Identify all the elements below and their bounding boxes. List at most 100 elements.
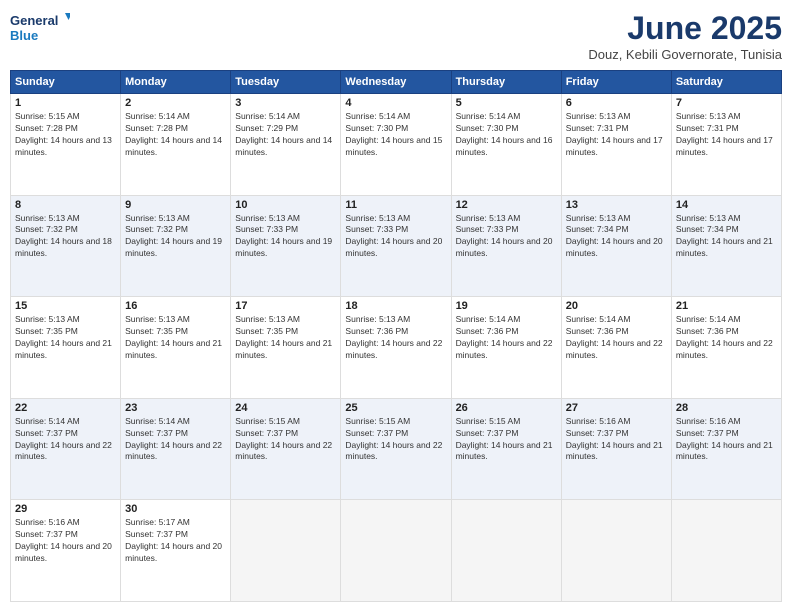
- day-number: 9: [125, 199, 226, 211]
- sunset-label: Sunset: 7:32 PM: [125, 224, 188, 234]
- sunset-label: Sunset: 7:37 PM: [125, 529, 188, 539]
- calendar-cell: 18 Sunrise: 5:13 AM Sunset: 7:36 PM Dayl…: [341, 297, 451, 399]
- day-info: Sunrise: 5:13 AM Sunset: 7:32 PM Dayligh…: [125, 213, 226, 261]
- calendar-cell: 15 Sunrise: 5:13 AM Sunset: 7:35 PM Dayl…: [11, 297, 121, 399]
- calendar-cell: [561, 500, 671, 602]
- calendar-cell: 6 Sunrise: 5:13 AM Sunset: 7:31 PM Dayli…: [561, 94, 671, 196]
- sunset-label: Sunset: 7:34 PM: [676, 224, 739, 234]
- day-number: 16: [125, 300, 226, 312]
- daylight-label: Daylight: 14 hours and 15 minutes.: [345, 135, 442, 157]
- calendar-cell: 14 Sunrise: 5:13 AM Sunset: 7:34 PM Dayl…: [671, 195, 781, 297]
- sunrise-label: Sunrise: 5:15 AM: [456, 416, 521, 426]
- day-number: 5: [456, 97, 557, 109]
- calendar-cell: 20 Sunrise: 5:14 AM Sunset: 7:36 PM Dayl…: [561, 297, 671, 399]
- day-info: Sunrise: 5:14 AM Sunset: 7:36 PM Dayligh…: [566, 314, 667, 362]
- month-title: June 2025: [588, 10, 782, 47]
- title-block: June 2025 Douz, Kebili Governorate, Tuni…: [588, 10, 782, 62]
- daylight-label: Daylight: 14 hours and 19 minutes.: [235, 236, 332, 258]
- sunrise-label: Sunrise: 5:13 AM: [15, 213, 80, 223]
- sunrise-label: Sunrise: 5:14 AM: [456, 111, 521, 121]
- sunset-label: Sunset: 7:37 PM: [235, 428, 298, 438]
- calendar-cell: 5 Sunrise: 5:14 AM Sunset: 7:30 PM Dayli…: [451, 94, 561, 196]
- day-number: 18: [345, 300, 446, 312]
- sunrise-label: Sunrise: 5:14 AM: [235, 111, 300, 121]
- sunset-label: Sunset: 7:37 PM: [15, 529, 78, 539]
- day-info: Sunrise: 5:13 AM Sunset: 7:35 PM Dayligh…: [15, 314, 116, 362]
- svg-text:General: General: [10, 13, 58, 28]
- sunrise-label: Sunrise: 5:13 AM: [15, 314, 80, 324]
- day-info: Sunrise: 5:15 AM Sunset: 7:37 PM Dayligh…: [235, 416, 336, 464]
- day-info: Sunrise: 5:15 AM Sunset: 7:37 PM Dayligh…: [456, 416, 557, 464]
- location: Douz, Kebili Governorate, Tunisia: [588, 47, 782, 62]
- sunrise-label: Sunrise: 5:15 AM: [15, 111, 80, 121]
- daylight-label: Daylight: 14 hours and 21 minutes.: [676, 236, 773, 258]
- day-number: 30: [125, 503, 226, 515]
- daylight-label: Daylight: 14 hours and 20 minutes.: [345, 236, 442, 258]
- calendar-cell: 19 Sunrise: 5:14 AM Sunset: 7:36 PM Dayl…: [451, 297, 561, 399]
- daylight-label: Daylight: 14 hours and 22 minutes.: [345, 338, 442, 360]
- day-info: Sunrise: 5:13 AM Sunset: 7:35 PM Dayligh…: [125, 314, 226, 362]
- day-number: 1: [15, 97, 116, 109]
- calendar-cell: 10 Sunrise: 5:13 AM Sunset: 7:33 PM Dayl…: [231, 195, 341, 297]
- daylight-label: Daylight: 14 hours and 22 minutes.: [456, 338, 553, 360]
- sunrise-label: Sunrise: 5:14 AM: [345, 111, 410, 121]
- logo-svg: General Blue: [10, 10, 70, 46]
- day-info: Sunrise: 5:14 AM Sunset: 7:37 PM Dayligh…: [15, 416, 116, 464]
- day-info: Sunrise: 5:13 AM Sunset: 7:32 PM Dayligh…: [15, 213, 116, 261]
- col-tuesday: Tuesday: [231, 71, 341, 94]
- sunset-label: Sunset: 7:37 PM: [15, 428, 78, 438]
- calendar-cell: 13 Sunrise: 5:13 AM Sunset: 7:34 PM Dayl…: [561, 195, 671, 297]
- calendar-cell: 29 Sunrise: 5:16 AM Sunset: 7:37 PM Dayl…: [11, 500, 121, 602]
- calendar-cell: 4 Sunrise: 5:14 AM Sunset: 7:30 PM Dayli…: [341, 94, 451, 196]
- sunset-label: Sunset: 7:36 PM: [456, 326, 519, 336]
- sunset-label: Sunset: 7:35 PM: [15, 326, 78, 336]
- day-number: 28: [676, 402, 777, 414]
- calendar-cell: 26 Sunrise: 5:15 AM Sunset: 7:37 PM Dayl…: [451, 398, 561, 500]
- sunrise-label: Sunrise: 5:14 AM: [125, 111, 190, 121]
- daylight-label: Daylight: 14 hours and 18 minutes.: [15, 236, 112, 258]
- day-info: Sunrise: 5:13 AM Sunset: 7:33 PM Dayligh…: [345, 213, 446, 261]
- sunset-label: Sunset: 7:30 PM: [456, 123, 519, 133]
- sunset-label: Sunset: 7:31 PM: [676, 123, 739, 133]
- calendar-cell: 22 Sunrise: 5:14 AM Sunset: 7:37 PM Dayl…: [11, 398, 121, 500]
- daylight-label: Daylight: 14 hours and 22 minutes.: [15, 440, 112, 462]
- calendar-week-row: 8 Sunrise: 5:13 AM Sunset: 7:32 PM Dayli…: [11, 195, 782, 297]
- day-info: Sunrise: 5:15 AM Sunset: 7:37 PM Dayligh…: [345, 416, 446, 464]
- day-number: 21: [676, 300, 777, 312]
- day-info: Sunrise: 5:13 AM Sunset: 7:33 PM Dayligh…: [235, 213, 336, 261]
- day-info: Sunrise: 5:17 AM Sunset: 7:37 PM Dayligh…: [125, 517, 226, 565]
- calendar-cell: 16 Sunrise: 5:13 AM Sunset: 7:35 PM Dayl…: [121, 297, 231, 399]
- sunset-label: Sunset: 7:35 PM: [125, 326, 188, 336]
- calendar-cell: 11 Sunrise: 5:13 AM Sunset: 7:33 PM Dayl…: [341, 195, 451, 297]
- day-info: Sunrise: 5:16 AM Sunset: 7:37 PM Dayligh…: [566, 416, 667, 464]
- day-number: 17: [235, 300, 336, 312]
- calendar-cell: 9 Sunrise: 5:13 AM Sunset: 7:32 PM Dayli…: [121, 195, 231, 297]
- day-number: 2: [125, 97, 226, 109]
- day-info: Sunrise: 5:13 AM Sunset: 7:33 PM Dayligh…: [456, 213, 557, 261]
- calendar-cell: [231, 500, 341, 602]
- day-info: Sunrise: 5:13 AM Sunset: 7:34 PM Dayligh…: [676, 213, 777, 261]
- sunrise-label: Sunrise: 5:13 AM: [456, 213, 521, 223]
- day-info: Sunrise: 5:13 AM Sunset: 7:34 PM Dayligh…: [566, 213, 667, 261]
- daylight-label: Daylight: 14 hours and 13 minutes.: [15, 135, 112, 157]
- col-monday: Monday: [121, 71, 231, 94]
- daylight-label: Daylight: 14 hours and 21 minutes.: [566, 440, 663, 462]
- day-number: 19: [456, 300, 557, 312]
- sunrise-label: Sunrise: 5:13 AM: [345, 314, 410, 324]
- daylight-label: Daylight: 14 hours and 20 minutes.: [456, 236, 553, 258]
- day-number: 23: [125, 402, 226, 414]
- sunrise-label: Sunrise: 5:13 AM: [676, 111, 741, 121]
- day-info: Sunrise: 5:14 AM Sunset: 7:37 PM Dayligh…: [125, 416, 226, 464]
- sunrise-label: Sunrise: 5:14 AM: [676, 314, 741, 324]
- day-number: 6: [566, 97, 667, 109]
- col-thursday: Thursday: [451, 71, 561, 94]
- day-number: 26: [456, 402, 557, 414]
- sunrise-label: Sunrise: 5:16 AM: [15, 517, 80, 527]
- sunrise-label: Sunrise: 5:13 AM: [125, 314, 190, 324]
- sunrise-label: Sunrise: 5:13 AM: [566, 111, 631, 121]
- day-number: 13: [566, 199, 667, 211]
- sunrise-label: Sunrise: 5:13 AM: [676, 213, 741, 223]
- sunrise-label: Sunrise: 5:13 AM: [235, 314, 300, 324]
- calendar-page: General Blue June 2025 Douz, Kebili Gove…: [0, 0, 792, 612]
- sunset-label: Sunset: 7:35 PM: [235, 326, 298, 336]
